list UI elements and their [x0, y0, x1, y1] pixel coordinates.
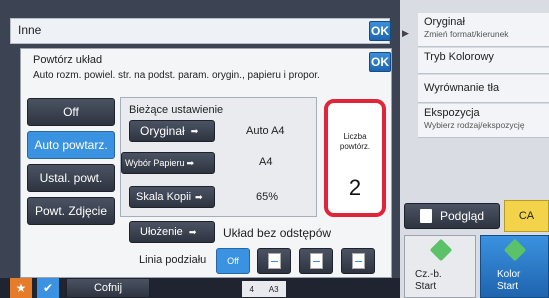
mode-photo-repeat-button[interactable]: Powt. Zdjęcie — [27, 197, 115, 225]
division-line-option-1[interactable] — [257, 248, 291, 274]
clear-all-button[interactable]: CA — [504, 200, 549, 232]
arrow-right-icon: ➡ — [195, 191, 203, 202]
menu-item-title: Wyrównanie tła — [424, 82, 500, 94]
division-line-label: Linia podziału — [139, 254, 207, 266]
mode-off-button[interactable]: Off — [27, 98, 115, 126]
top-bar-title: Inne — [18, 23, 42, 37]
page-line-icon — [309, 253, 323, 269]
preview-icon — [419, 209, 432, 223]
menu-item-background-alignment[interactable]: Wyrównanie tła — [418, 75, 549, 103]
bw-start-label: Start — [415, 281, 437, 292]
division-line-option-2[interactable] — [299, 248, 333, 274]
menu-item-exposure[interactable]: Ekspozycja Wybierz rodzaj/ekspozycję — [418, 104, 549, 138]
preview-button[interactable]: Podgląd — [404, 203, 500, 229]
dialog-ok-button[interactable]: OK — [369, 52, 391, 72]
color-label: Kolor — [497, 269, 521, 280]
current-settings-heading: Bieżące ustawienie — [129, 104, 224, 116]
menu-item-original[interactable]: Oryginał Zmień format/kierunek — [418, 13, 549, 47]
menu-item-title: Oryginał — [424, 16, 465, 28]
color-start-label: Start — [497, 281, 519, 292]
start-diamond-icon — [429, 238, 453, 262]
top-bar — [10, 18, 390, 44]
bw-start-button[interactable]: Cz.-b. Start — [404, 235, 476, 298]
division-line-option-3[interactable] — [341, 248, 375, 274]
original-button[interactable]: Oryginał ➡ — [129, 120, 215, 142]
paper-select-button[interactable]: Wybór Papieru ➡ — [121, 152, 215, 174]
repeat-count-value: 2 — [348, 175, 362, 200]
start-diamond-icon — [503, 238, 527, 262]
copy-scale-button-label: Skala Kopii — [136, 191, 192, 203]
original-value: Auto A4 — [246, 125, 285, 137]
menu-item-subtitle: Zmień format/kierunek — [424, 29, 509, 39]
back-button[interactable]: Cofnij — [66, 278, 150, 298]
check-icon[interactable]: ✔ — [37, 278, 59, 298]
menu-item-subtitle: Wybierz rodzaj/ekspozycję — [424, 120, 525, 130]
paper-size: A3 — [268, 284, 279, 294]
mode-auto-repeat-button[interactable]: Auto powtarz. — [27, 131, 115, 159]
menu-item-color-mode[interactable]: Tryb Kolorowy — [418, 48, 549, 74]
repeat-count-label: Liczba powtórz. — [339, 132, 371, 151]
play-icon: ▶ — [402, 28, 409, 38]
original-button-label: Oryginał — [140, 124, 185, 138]
paper-count: 4 — [249, 284, 254, 294]
copy-scale-button[interactable]: Skala Kopii ➡ — [129, 186, 215, 208]
dialog-title: Powtórz układ — [33, 54, 103, 66]
color-start-button[interactable]: Kolor Start — [480, 235, 549, 298]
star-icon[interactable]: ★ — [10, 278, 32, 298]
paper-select-button-label: Wybór Papieru — [125, 158, 185, 168]
bw-label: Cz.-b. — [415, 269, 442, 280]
menu-item-title: Tryb Kolorowy — [424, 51, 494, 63]
mode-fixed-repeat-button[interactable]: Ustal. powt. — [27, 164, 115, 192]
layout-button-label: Ułożenie — [140, 226, 183, 238]
dialog-description: Auto rozm. powiel. str. na podst. param.… — [33, 70, 320, 81]
preview-label: Podgląd — [439, 209, 485, 223]
layout-button[interactable]: Ułożenie ➡ — [129, 221, 215, 243]
arrow-right-icon: ➡ — [190, 125, 199, 136]
paper-indicator: 4 A3 — [242, 281, 286, 297]
division-off-button[interactable]: Off — [216, 248, 250, 274]
arrow-right-icon: ➡ — [186, 157, 194, 168]
bottom-bar — [0, 278, 400, 298]
top-ok-button[interactable]: OK — [369, 21, 391, 41]
arrow-right-icon: ➡ — [188, 226, 197, 237]
page-line-icon — [351, 253, 365, 269]
paper-value: A4 — [259, 156, 273, 168]
copy-scale-value: 65% — [256, 191, 279, 203]
page-line-icon — [267, 253, 281, 269]
layout-value: Układ bez odstępów — [223, 226, 332, 240]
menu-item-title: Ekspozycja — [424, 107, 480, 119]
